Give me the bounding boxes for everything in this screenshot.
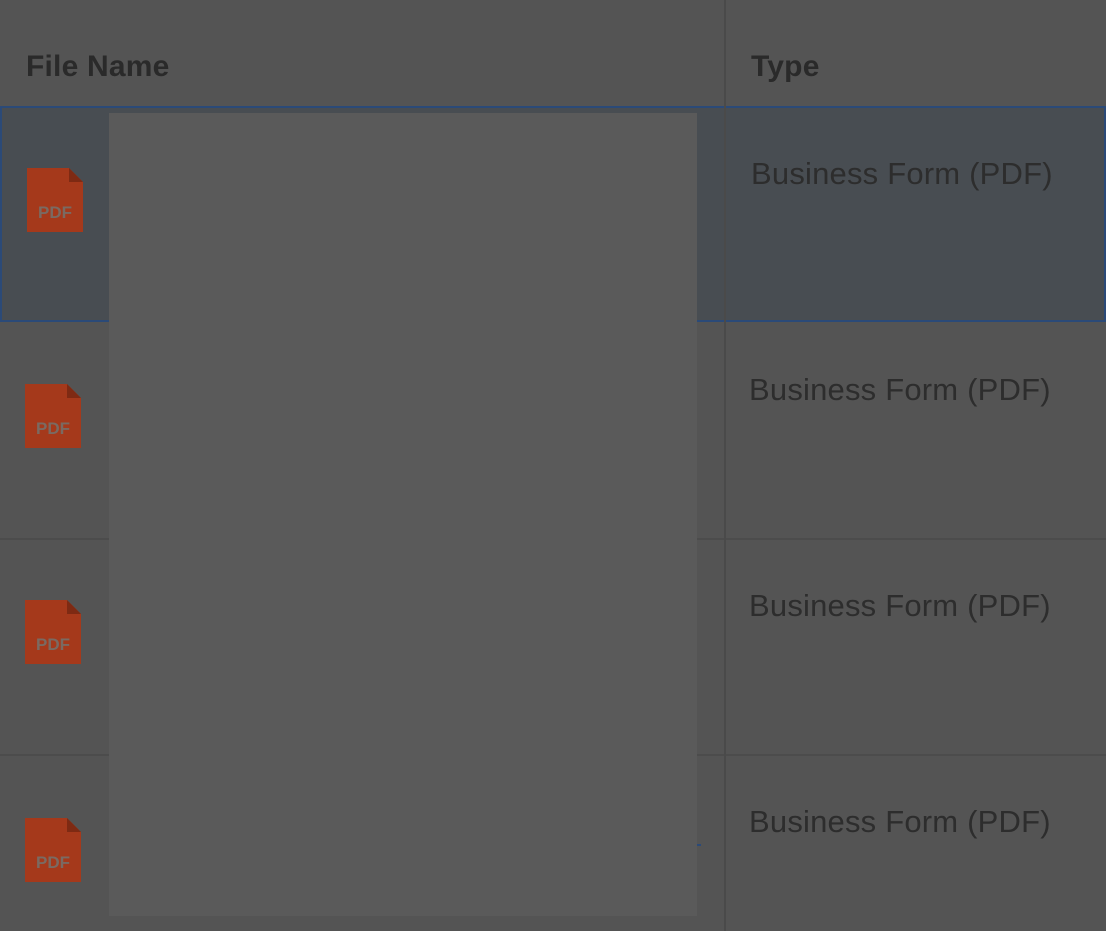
- pdf-icon-label: PDF: [38, 203, 72, 222]
- column-divider[interactable]: [724, 0, 726, 931]
- column-header-type[interactable]: Type: [751, 50, 820, 84]
- pdf-file-icon: PDF: [25, 818, 81, 882]
- pdf-file-icon: PDF: [25, 384, 81, 448]
- column-header-file-name[interactable]: File Name: [26, 50, 170, 84]
- file-table: File Name Type PDF Business Form (PDF) P…: [0, 0, 1106, 931]
- pdf-file-icon: PDF: [27, 168, 83, 232]
- pdf-icon-label: PDF: [36, 853, 70, 872]
- pdf-icon-label: PDF: [36, 635, 70, 654]
- pdf-file-icon: PDF: [25, 600, 81, 664]
- row-type: Business Form (PDF): [749, 372, 1051, 407]
- row-type: Business Form (PDF): [749, 804, 1051, 839]
- row-type: Business Form (PDF): [749, 588, 1051, 623]
- file-name-redaction: [109, 113, 697, 916]
- row-type: Business Form (PDF): [751, 156, 1053, 191]
- link-underline-fragment: [697, 844, 701, 846]
- table-header: File Name Type: [0, 0, 1106, 107]
- pdf-icon-label: PDF: [36, 419, 70, 438]
